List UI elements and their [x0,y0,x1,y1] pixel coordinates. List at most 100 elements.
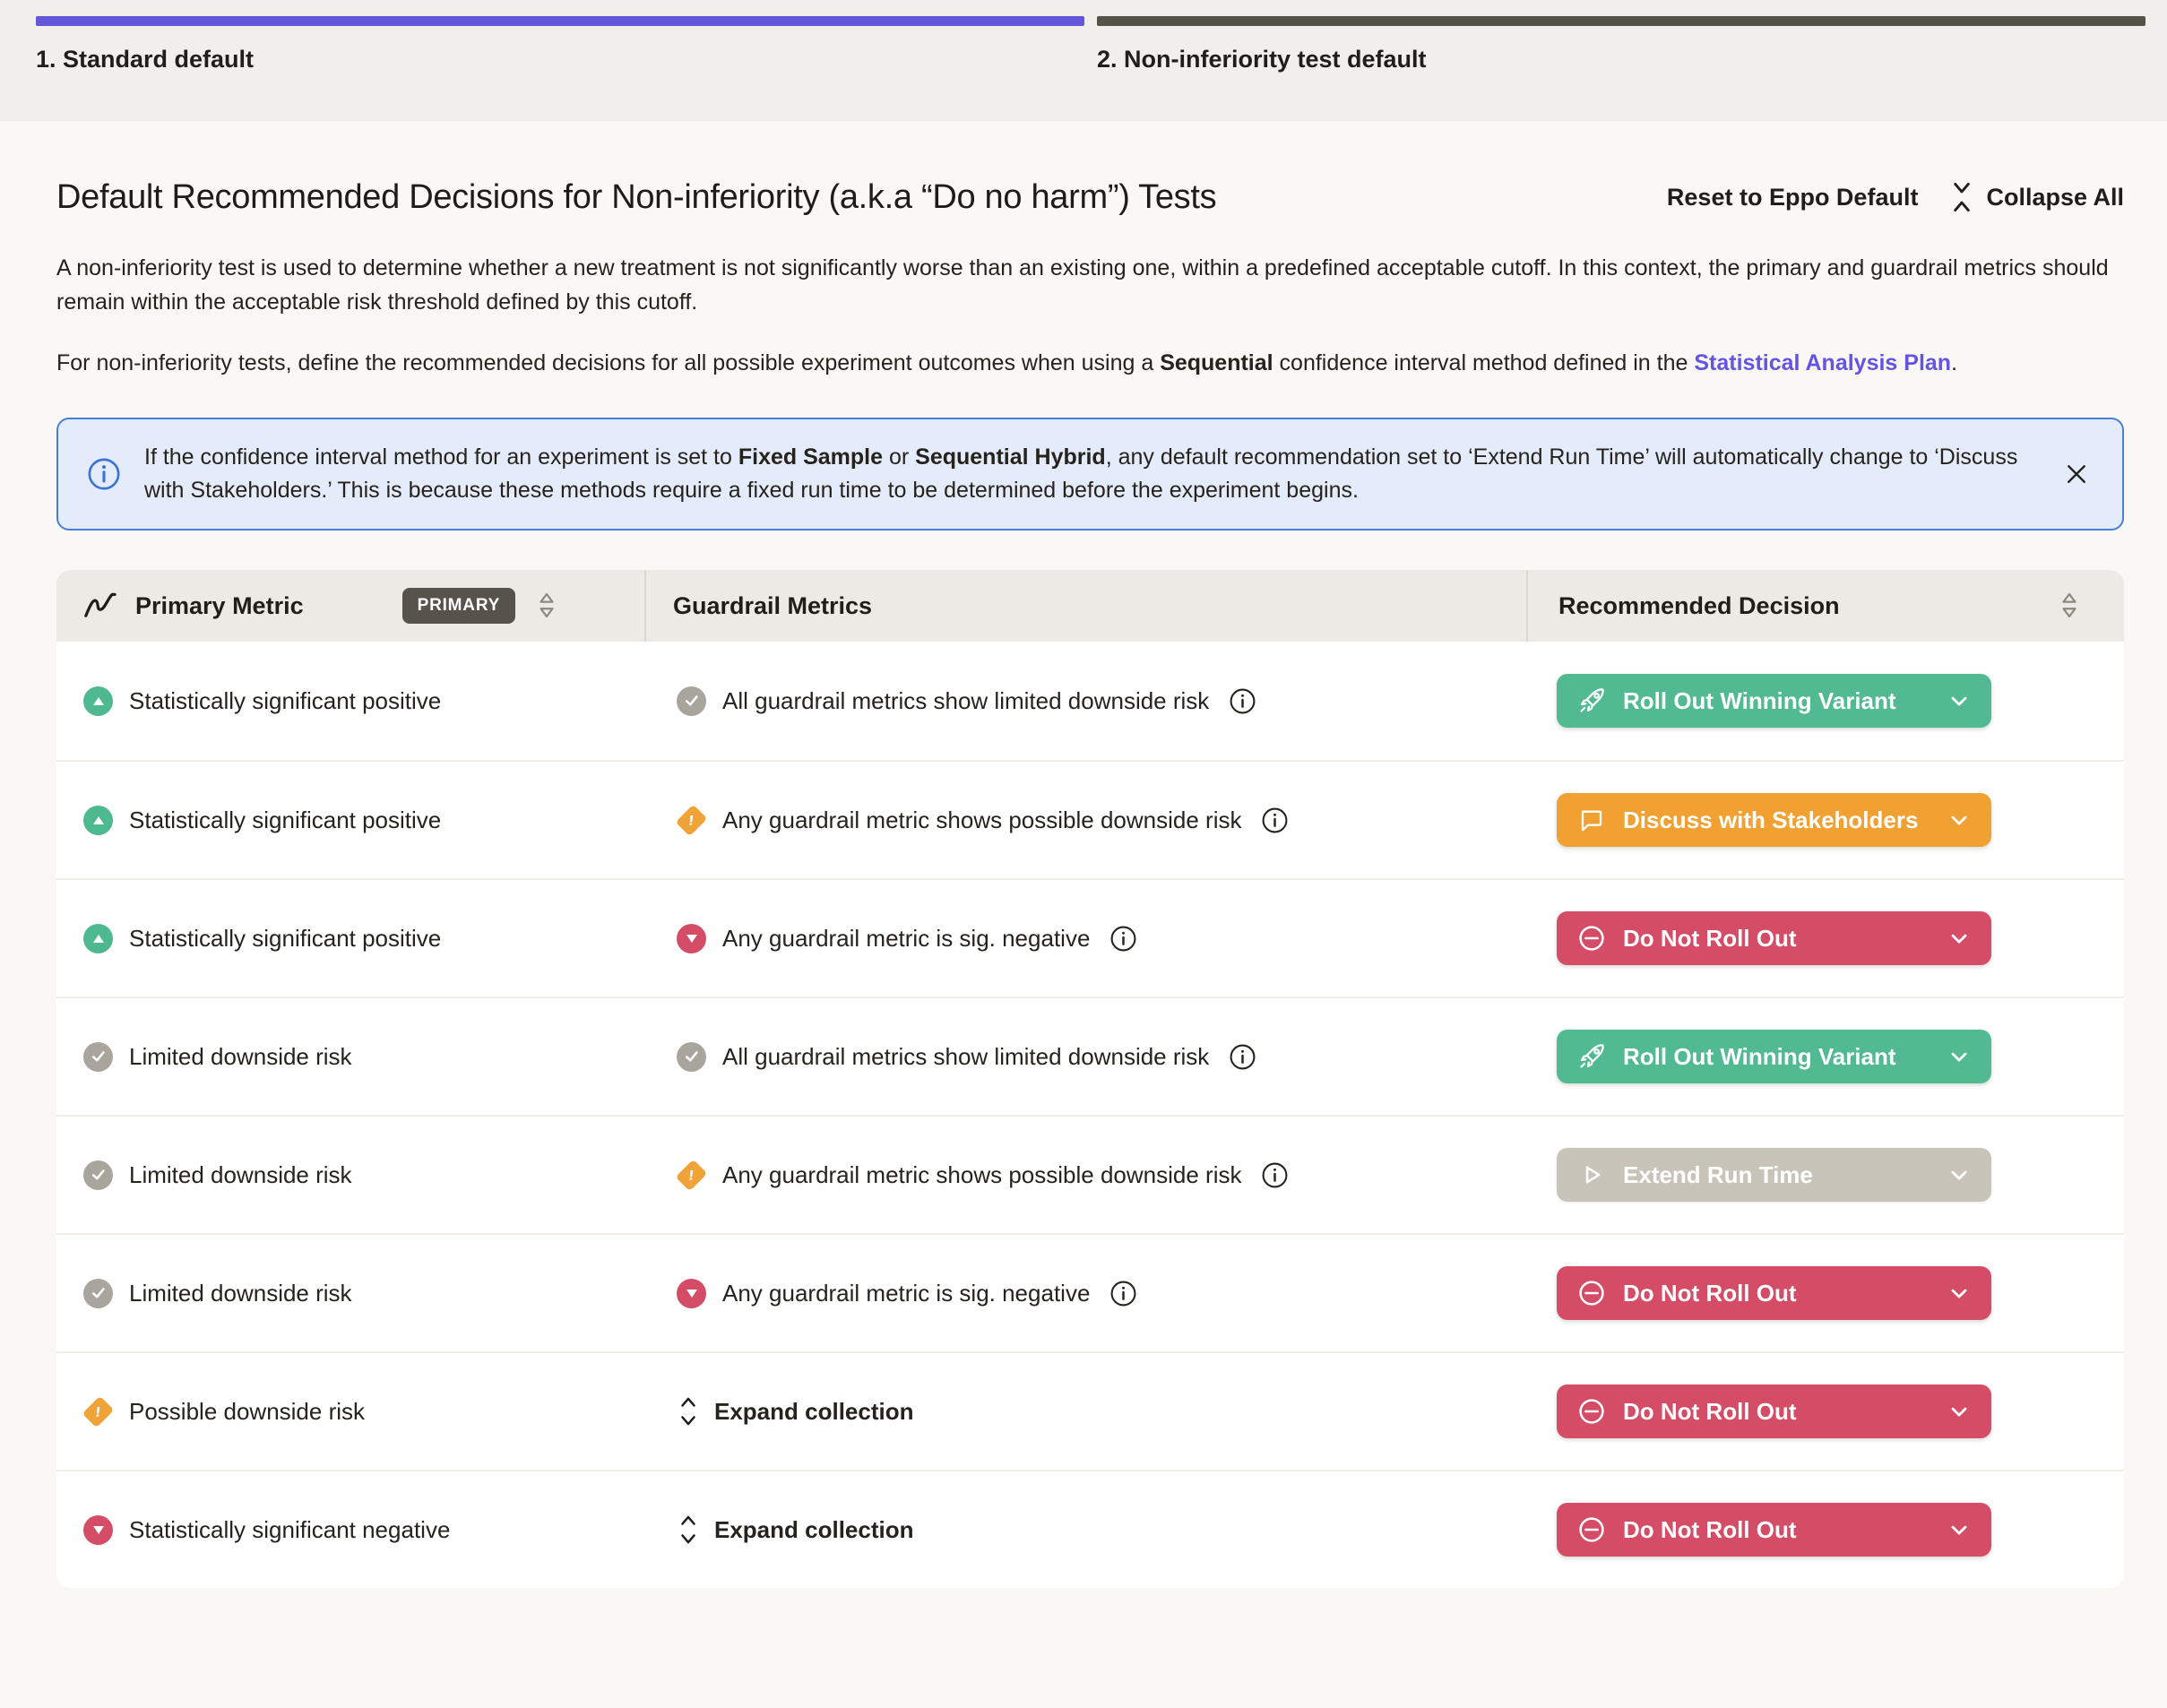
intro-paragraph-1: A non-inferiority test is used to determ… [56,251,2124,319]
expand-icon[interactable] [677,1514,700,1546]
intro-paragraph-2: For non-inferiority tests, define the re… [56,346,2124,380]
chevron-down-icon [1947,1517,1972,1542]
recommended-decision-header-label: Recommended Decision [1558,592,1840,620]
page: 1. Standard default 2. Non-inferiority t… [0,0,2167,1708]
primary-metric-cell: Statistically significant positive [56,686,644,716]
step-tabs: 1. Standard default 2. Non-inferiority t… [0,0,2167,121]
collapse-all-button[interactable]: Collapse All [1948,182,2124,212]
step-label: 1. Standard default [36,46,1084,73]
do-not-enter-icon [1576,1278,1607,1308]
sort-icon[interactable] [2058,591,2081,621]
info-icon[interactable] [1229,687,1256,715]
primary-metric-cell: Statistically significant positive [56,924,644,953]
guardrail-cell: Any guardrail metric is sig. negative [644,924,1526,953]
decision-dropdown[interactable]: Do Not Roll Out [1557,1266,1991,1320]
intro-text: A non-inferiority test is used to determ… [56,251,2124,380]
primary-metric-label: Possible downside risk [129,1398,365,1426]
info-icon[interactable] [1261,807,1289,834]
decision-label: Do Not Roll Out [1623,925,1797,953]
decision-dropdown[interactable]: Do Not Roll Out [1557,911,1991,965]
guardrail-cell: All guardrail metrics show limited downs… [644,686,1526,716]
chevron-down-icon [1947,1044,1972,1069]
info-icon [87,457,121,491]
sort-icon[interactable] [535,591,558,621]
decision-label: Extend Run Time [1623,1161,1813,1189]
title-actions: Reset to Eppo Default Collapse All [1667,178,2124,212]
check-icon [83,1042,113,1072]
statistical-analysis-plan-link[interactable]: Statistical Analysis Plan [1694,350,1951,375]
table-row: Statistically significant positive Any g… [56,878,2124,996]
decision-label: Do Not Roll Out [1623,1398,1797,1426]
warning-diamond-icon: ! [676,1159,708,1191]
guardrail-label: All guardrail metrics show limited downs… [722,1043,1209,1071]
decision-cell: Do Not Roll Out [1526,911,2124,965]
decision-dropdown[interactable]: Do Not Roll Out [1557,1503,1991,1557]
expand-collection-label[interactable]: Expand collection [714,1516,914,1544]
primary-metric-header: Primary Metric PRIMARY [56,570,644,642]
decision-label: Discuss with Stakeholders [1623,807,1918,834]
step-progress-bar [36,16,1084,26]
primary-metric-cell: ! Possible downside risk [56,1397,644,1427]
primary-metric-label: Limited downside risk [129,1280,352,1307]
info-icon[interactable] [1109,1280,1137,1307]
decision-label: Roll Out Winning Variant [1623,687,1896,715]
primary-metric-label: Limited downside risk [129,1161,352,1189]
primary-metric-label: Statistically significant positive [129,687,441,715]
chevron-down-icon [1947,1399,1972,1424]
decision-dropdown[interactable]: Roll Out Winning Variant [1557,1030,1991,1083]
info-icon[interactable] [1261,1161,1289,1189]
primary-metric-cell: Limited downside risk [56,1279,644,1308]
expand-icon[interactable] [677,1395,700,1428]
close-icon[interactable] [2063,461,2090,487]
info-icon[interactable] [1229,1043,1256,1071]
reset-to-default-button[interactable]: Reset to Eppo Default [1667,184,1919,211]
guardrail-cell: Any guardrail metric is sig. negative [644,1279,1526,1308]
primary-metric-header-label: Primary Metric [135,592,304,620]
table-row: Statistically significant positive All g… [56,642,2124,760]
chevron-down-icon [1947,1281,1972,1306]
guardrail-cell: ! Any guardrail metric shows possible do… [644,806,1526,835]
guardrail-cell: Expand collection [644,1514,1526,1546]
significant-positive-icon [83,686,113,716]
do-not-enter-icon [1576,1514,1607,1545]
decision-dropdown[interactable]: Roll Out Winning Variant [1557,674,1991,728]
guardrail-label: All guardrail metrics show limited downs… [722,687,1209,715]
table-row: Statistically significant positive ! Any… [56,760,2124,878]
collapse-vertical-icon [1948,182,1975,212]
check-icon [83,1279,113,1308]
expand-collection-label[interactable]: Expand collection [714,1398,914,1426]
tab-non-inferiority-default[interactable]: 2. Non-inferiority test default [1097,16,2145,121]
decision-label: Do Not Roll Out [1623,1516,1797,1544]
decision-cell: Discuss with Stakeholders [1526,793,2124,847]
guardrail-label: Any guardrail metric is sig. negative [722,925,1090,953]
guardrail-cell: Expand collection [644,1395,1526,1428]
primary-metric-cell: Statistically significant negative [56,1515,644,1545]
decision-cell: Do Not Roll Out [1526,1266,2124,1320]
table-row: Limited downside risk All guardrail metr… [56,996,2124,1115]
guardrail-metrics-header: Guardrail Metrics [644,570,1526,642]
significant-negative-icon [677,1279,706,1308]
table-row: Limited downside risk Any guardrail metr… [56,1233,2124,1351]
decision-dropdown[interactable]: Discuss with Stakeholders [1557,793,1991,847]
reset-to-default-label: Reset to Eppo Default [1667,184,1919,211]
decision-dropdown-disabled[interactable]: Extend Run Time [1557,1148,1991,1202]
primary-metric-label: Limited downside risk [129,1043,352,1071]
tab-standard-default[interactable]: 1. Standard default [36,16,1084,121]
decision-cell: Roll Out Winning Variant [1526,1030,2124,1083]
info-icon[interactable] [1109,925,1137,953]
significant-positive-icon [83,924,113,953]
decision-cell: Do Not Roll Out [1526,1503,2124,1557]
decision-cell: Roll Out Winning Variant [1526,674,2124,728]
warning-diamond-icon: ! [82,1395,115,1428]
guardrail-label: Any guardrail metric shows possible down… [722,1161,1241,1189]
primary-badge: PRIMARY [402,588,516,624]
table-header: Primary Metric PRIMARY Guardrail Metrics… [56,570,2124,642]
primary-metric-cell: Limited downside risk [56,1042,644,1072]
step-label: 2. Non-inferiority test default [1097,46,2145,73]
guardrail-metrics-header-label: Guardrail Metrics [673,592,872,620]
decision-dropdown[interactable]: Do Not Roll Out [1557,1385,1991,1438]
guardrail-cell: ! Any guardrail metric shows possible do… [644,1160,1526,1190]
guardrail-label: Any guardrail metric is sig. negative [722,1280,1090,1307]
banner-text: If the confidence interval method for an… [144,441,2027,507]
primary-metric-label: Statistically significant positive [129,925,441,953]
